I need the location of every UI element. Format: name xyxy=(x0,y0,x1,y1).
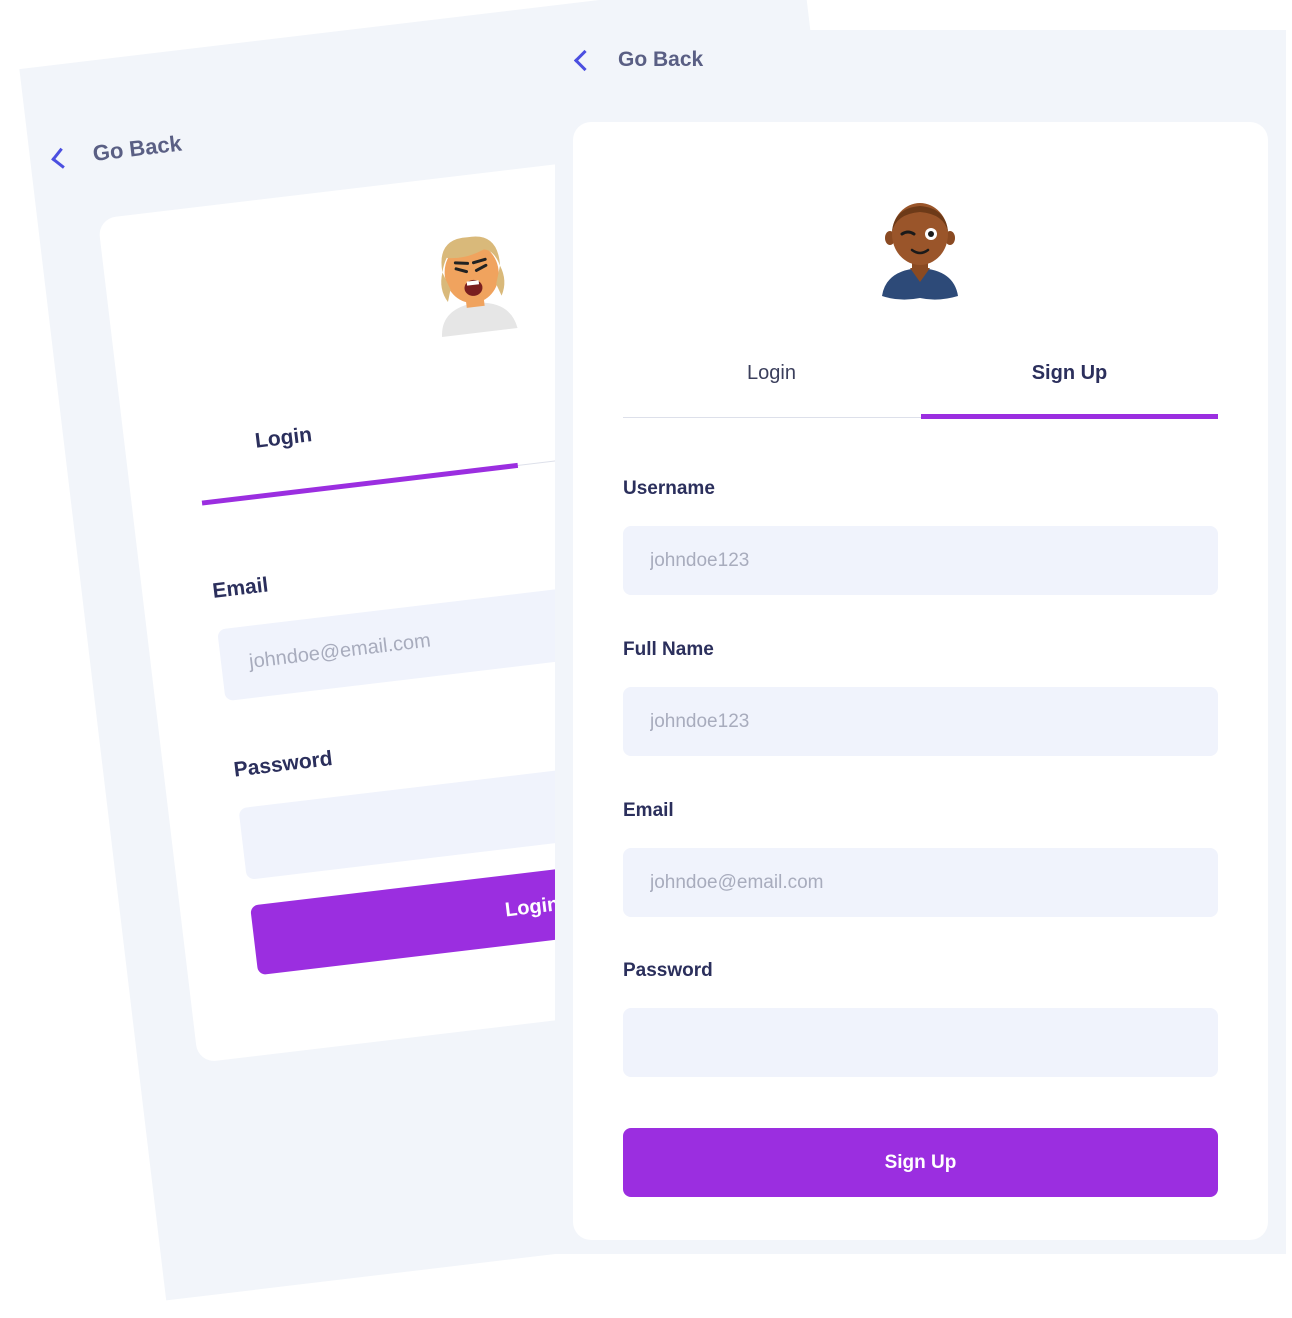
go-back-label: Go Back xyxy=(618,48,704,71)
back-email-label: Email xyxy=(211,573,270,603)
winking-man-avatar-icon xyxy=(882,203,958,300)
auth-tabs: Login Sign Up xyxy=(623,350,1218,419)
password-input[interactable] xyxy=(623,1008,1218,1077)
username-label: Username xyxy=(623,478,715,499)
signup-screen: Go Back Login Sign Up Username johndoe12… xyxy=(555,30,1286,1254)
email-label: Email xyxy=(623,800,674,821)
full-name-input[interactable] xyxy=(623,687,1218,756)
go-back-label: Go Back xyxy=(91,130,183,166)
full-name-label: Full Name xyxy=(623,639,714,660)
blonde-avatar-icon xyxy=(441,236,518,337)
password-label: Password xyxy=(623,960,713,981)
avatar xyxy=(878,200,962,305)
go-back-link[interactable]: Go Back xyxy=(573,48,704,72)
tab-sign-up[interactable]: Sign Up xyxy=(921,350,1218,385)
username-input[interactable] xyxy=(623,526,1218,595)
email-input[interactable] xyxy=(623,848,1218,917)
back-tab-active-indicator xyxy=(201,462,519,506)
avatar xyxy=(421,220,524,345)
chevron-left-icon xyxy=(573,49,596,71)
signup-card: Login Sign Up Username Full Name Email P… xyxy=(573,122,1268,1240)
back-password-label: Password xyxy=(232,746,334,782)
chevron-left-icon xyxy=(51,147,73,169)
sign-up-button[interactable]: Sign Up xyxy=(623,1128,1218,1197)
tab-active-indicator xyxy=(921,414,1218,419)
tab-login[interactable]: Login xyxy=(623,350,920,385)
back-tab-login[interactable]: Login xyxy=(254,423,314,454)
back-go-back-link[interactable]: Go Back xyxy=(51,130,183,172)
